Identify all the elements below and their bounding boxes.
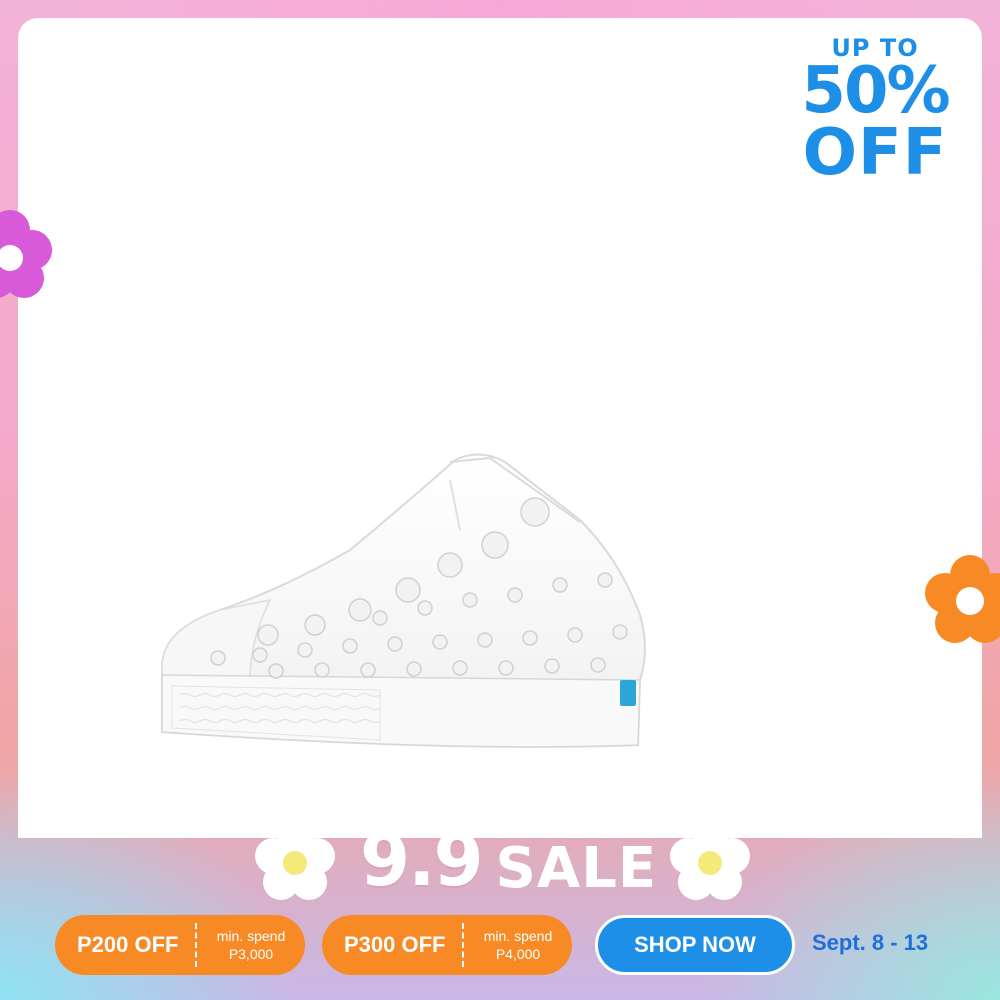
coupon-p300[interactable]: P300 OFF min. spend P4,000 — [322, 915, 572, 975]
coupon-min-label: min. spend — [216, 928, 286, 944]
flower-icon — [255, 822, 335, 900]
coupon-condition: min. spend P3,000 — [197, 927, 305, 963]
shop-now-button[interactable]: SHOP NOW — [595, 915, 795, 975]
coupon-amount: P200 OFF — [77, 932, 179, 957]
coupon-min-value: P4,000 — [495, 946, 541, 962]
discount-badge: UP TO 50% OFF — [790, 35, 960, 185]
coupon-amount: P300 OFF — [344, 932, 446, 957]
coupon-condition: min. spend P4,000 — [464, 927, 572, 963]
coupon-min-label: min. spend — [483, 928, 553, 944]
sale-dates: Sept. 8 - 13 — [812, 930, 929, 955]
promo-off: OFF — [802, 116, 948, 190]
promo-percent: 50% — [801, 54, 950, 128]
sale-text-group: MEGA BRANDS SALE — [496, 823, 658, 897]
sale-date-number: 9.9 — [360, 818, 484, 902]
sale-title: 9.9 MEGA BRANDS SALE — [360, 818, 658, 902]
flower-icon — [0, 210, 52, 298]
flower-icon — [670, 822, 750, 900]
coupon-p200[interactable]: P200 OFF min. spend P3,000 — [55, 915, 305, 975]
coupon-min-value: P3,000 — [228, 946, 274, 962]
shoe-product-image — [160, 453, 646, 748]
flower-icon — [925, 555, 1000, 643]
sale-label: SALE — [495, 836, 658, 901]
